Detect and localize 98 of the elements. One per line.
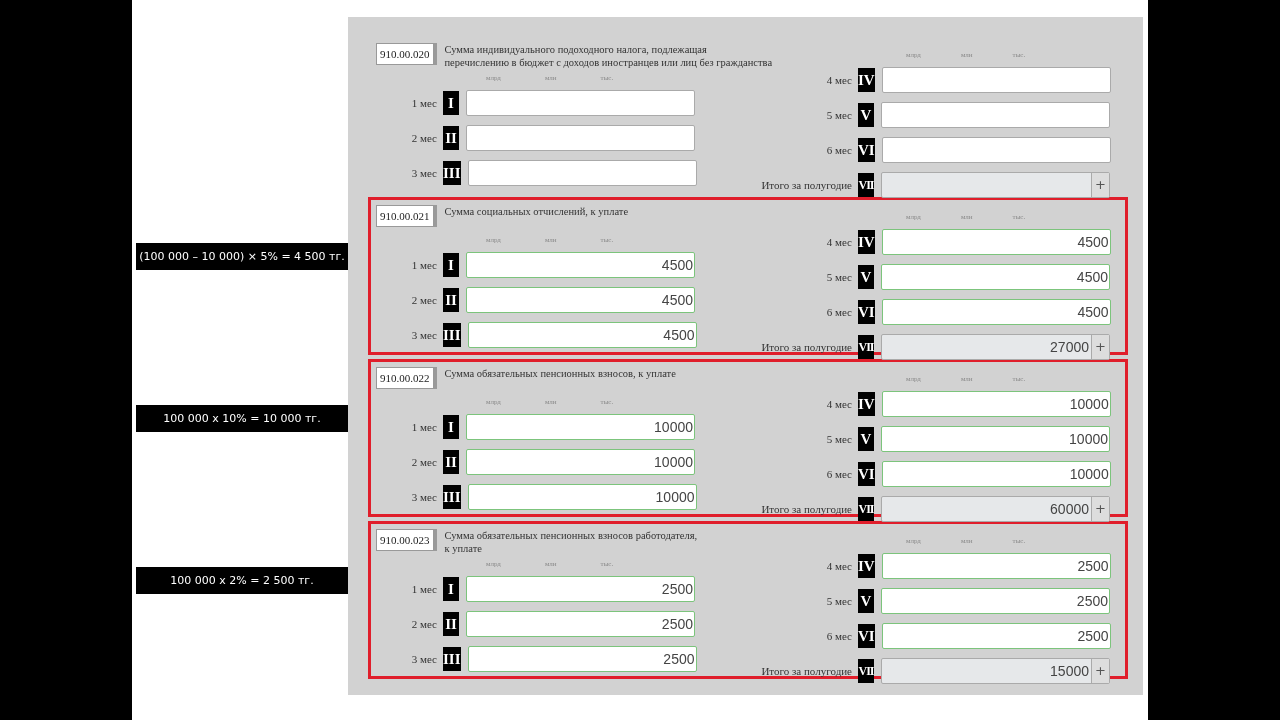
amount-field[interactable]: 10000 (467, 483, 697, 510)
roman-numeral: III (443, 160, 461, 185)
roman-numeral: I (443, 576, 459, 601)
amount-field[interactable] (881, 136, 1111, 163)
roman-numeral: II (443, 449, 459, 474)
month-label: 2 мес (410, 131, 437, 144)
amount-field[interactable]: 4500 (467, 321, 697, 348)
month-label: 4 мес (825, 73, 852, 86)
month-label: 6 мес (825, 143, 852, 156)
month-label: 4 мес (825, 559, 852, 572)
month-label: 5 мес (825, 432, 852, 445)
total-value: 27000 (1050, 338, 1090, 355)
roman-numeral: I (443, 252, 459, 277)
roman-numeral: IV (858, 553, 875, 578)
month-label: 1 мес (410, 258, 437, 271)
month-label: 3 мес (410, 328, 437, 341)
section-title: Сумма обязательных пенсионных взносов, к уплате (444, 367, 677, 380)
month-label: 1 мес (410, 582, 437, 595)
roman-numeral: V (858, 264, 874, 289)
line-code: 910.00.022 (376, 367, 434, 389)
total-value: 15000 (1050, 662, 1090, 679)
amount-field[interactable]: 2500 (466, 575, 695, 602)
total-label: Итого за полугодие (760, 178, 852, 191)
amount-field[interactable]: 10000 (881, 390, 1111, 417)
roman-numeral: V (858, 102, 874, 127)
roman-numeral: III (443, 646, 461, 671)
amount-field[interactable] (881, 101, 1110, 128)
roman-numeral: III (443, 484, 461, 509)
month-label: 5 мес (825, 270, 852, 283)
month-label: 6 мес (825, 629, 852, 642)
roman-numeral: VII (858, 658, 874, 683)
add-button[interactable]: + (1091, 658, 1109, 683)
month-label: 2 мес (410, 617, 437, 630)
total-label: Итого за полугодие (760, 340, 852, 353)
roman-numeral: II (443, 287, 459, 312)
amount-field[interactable] (466, 124, 695, 151)
section-title: Сумма обязательных пенсионных взносов работодателя, к уплате (444, 529, 699, 555)
formula-note: 100 000 x 2% = 2 500 тг. (136, 567, 348, 594)
total-value: 60000 (1050, 500, 1090, 517)
roman-numeral: IV (858, 67, 875, 92)
total-label: Итого за полугодие (760, 664, 852, 677)
month-label: 2 мес (410, 293, 437, 306)
month-label: 5 мес (825, 594, 852, 607)
month-label: 3 мес (410, 166, 437, 179)
roman-numeral: IV (858, 229, 875, 254)
line-code: 910.00.021 (376, 205, 434, 227)
month-label: 4 мес (825, 235, 852, 248)
amount-field[interactable]: 2500 (881, 622, 1111, 649)
roman-numeral: IV (858, 391, 875, 416)
amount-field[interactable]: 10000 (881, 460, 1111, 487)
section-title: Сумма индивидуального подоходного налога, подлежащая перечислению в бюджет с доходов иностранцев или лиц без гражданства (444, 43, 774, 69)
amount-field[interactable]: 2500 (881, 552, 1111, 579)
month-label: 4 мес (825, 397, 852, 410)
month-label: 5 мес (825, 108, 852, 121)
formula-note: (100 000 – 10 000) × 5% = 4 500 тг. (136, 243, 348, 270)
roman-numeral: I (443, 414, 459, 439)
amount-field[interactable]: 4500 (466, 286, 695, 313)
roman-numeral: VII (858, 172, 874, 197)
month-label: 2 мес (410, 455, 437, 468)
amount-field[interactable]: 4500 (881, 298, 1111, 325)
month-label: 6 мес (825, 467, 852, 480)
section-title: Сумма социальных отчислений, к уплате (444, 205, 630, 218)
amount-field[interactable]: 4500 (881, 228, 1111, 255)
month-label: 6 мес (825, 305, 852, 318)
roman-numeral: V (858, 588, 874, 613)
line-code: 910.00.023 (376, 529, 434, 551)
amount-field[interactable]: 2500 (467, 645, 697, 672)
amount-field[interactable]: 4500 (466, 251, 695, 278)
formula-note: 100 000 x 10% = 10 000 тг. (136, 405, 348, 432)
amount-field[interactable]: 10000 (466, 448, 695, 475)
amount-field[interactable]: 10000 (466, 413, 695, 440)
total-label: Итого за полугодие (760, 502, 852, 515)
roman-numeral: II (443, 611, 459, 636)
month-label: 1 мес (410, 96, 437, 109)
roman-numeral: VII (858, 334, 874, 359)
amount-field[interactable]: 2500 (466, 610, 695, 637)
roman-numeral: VI (858, 137, 875, 162)
add-button[interactable]: + (1091, 172, 1109, 197)
amount-field[interactable] (881, 66, 1111, 93)
amount-field[interactable]: 2500 (881, 587, 1110, 614)
amount-field[interactable]: 4500 (881, 263, 1110, 290)
add-button[interactable]: + (1091, 496, 1109, 521)
month-label: 3 мес (410, 490, 437, 503)
month-label: 1 мес (410, 420, 437, 433)
roman-numeral: II (443, 125, 459, 150)
roman-numeral: VI (858, 299, 875, 324)
roman-numeral: VI (858, 461, 875, 486)
roman-numeral: VII (858, 496, 874, 521)
amount-field[interactable] (466, 89, 695, 116)
roman-numeral: I (443, 90, 459, 115)
line-code: 910.00.020 (376, 43, 434, 65)
amount-field[interactable]: 10000 (881, 425, 1110, 452)
roman-numeral: V (858, 426, 874, 451)
roman-numeral: III (443, 322, 461, 347)
roman-numeral: VI (858, 623, 875, 648)
add-button[interactable]: + (1091, 334, 1109, 359)
amount-field[interactable] (467, 159, 697, 186)
month-label: 3 мес (410, 652, 437, 665)
